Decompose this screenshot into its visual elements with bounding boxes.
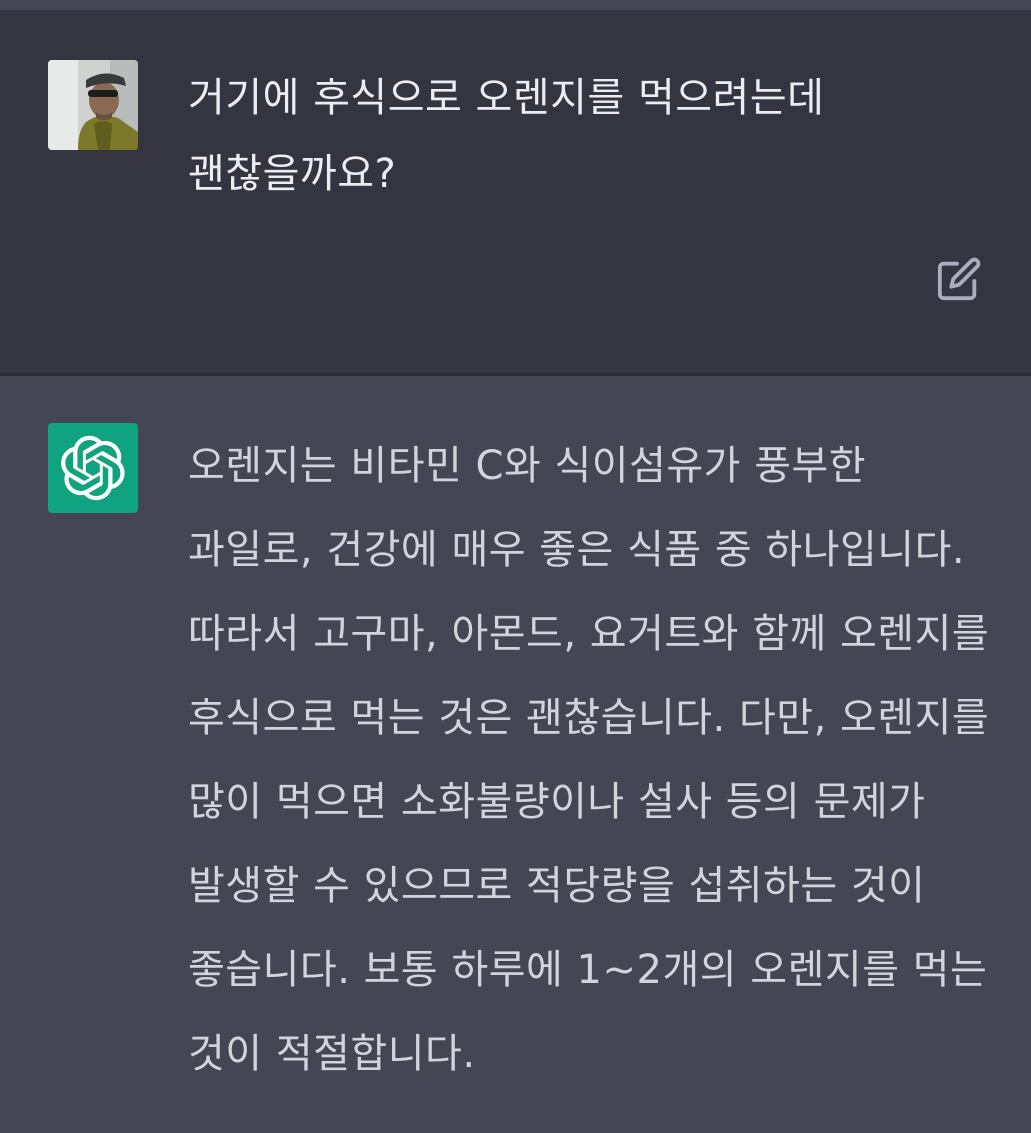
assistant-message-text: 오렌지는 비타민 C와 식이섬유가 풍부한 과일로, 건강에 매우 좋은 식품 … xyxy=(188,443,1003,1077)
user-photo-icon xyxy=(48,60,138,150)
user-message-text: 거기에 후식으로 오렌지를 먹으려는데 괜찮을까요? xyxy=(188,75,838,197)
openai-logo-icon xyxy=(61,435,125,501)
edit-icon xyxy=(937,257,981,301)
user-message-row: 거기에 후식으로 오렌지를 먹으려는데 괜찮을까요? xyxy=(0,10,1031,373)
assistant-avatar xyxy=(48,423,138,513)
user-avatar xyxy=(48,60,138,150)
top-strip xyxy=(0,0,1031,10)
edit-message-button[interactable] xyxy=(934,254,984,304)
assistant-message-row: 오렌지는 비타민 C와 식이섬유가 풍부한 과일로, 건강에 매우 좋은 식품 … xyxy=(0,376,1031,1133)
